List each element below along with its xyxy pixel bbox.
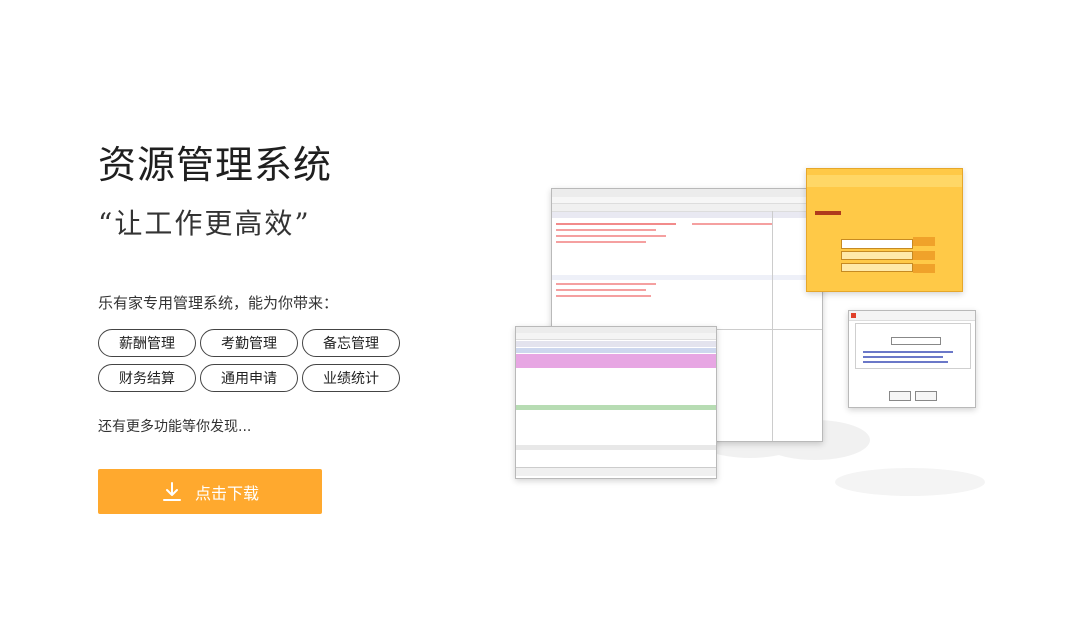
feature-tag-memo[interactable]: 备忘管理	[302, 329, 400, 357]
cloud-decoration	[835, 468, 985, 496]
download-icon	[162, 481, 181, 501]
download-button[interactable]: 点击下载	[98, 469, 322, 514]
feature-tag-salary[interactable]: 薪酬管理	[98, 329, 196, 357]
slogan: “让工作更高效”	[98, 207, 311, 240]
feature-tag-finance[interactable]: 财务结算	[98, 364, 196, 392]
feature-tag-performance[interactable]: 业绩统计	[302, 364, 400, 392]
download-label: 点击下载	[194, 483, 259, 503]
feature-tag-attendance[interactable]: 考勤管理	[200, 329, 298, 357]
intro-text: 乐有家专用管理系统，能为你带来：	[98, 294, 339, 312]
detail-app-window	[515, 326, 717, 479]
dialog-window	[848, 310, 976, 408]
feature-tags: 薪酬管理 考勤管理 备忘管理 财务结算 通用申请 业绩统计	[98, 329, 403, 392]
page-title: 资源管理系统	[98, 143, 333, 187]
more-features-text: 还有更多功能等你发现...	[98, 419, 252, 435]
feature-tag-application[interactable]: 通用申请	[200, 364, 298, 392]
login-panel-window	[806, 168, 963, 292]
